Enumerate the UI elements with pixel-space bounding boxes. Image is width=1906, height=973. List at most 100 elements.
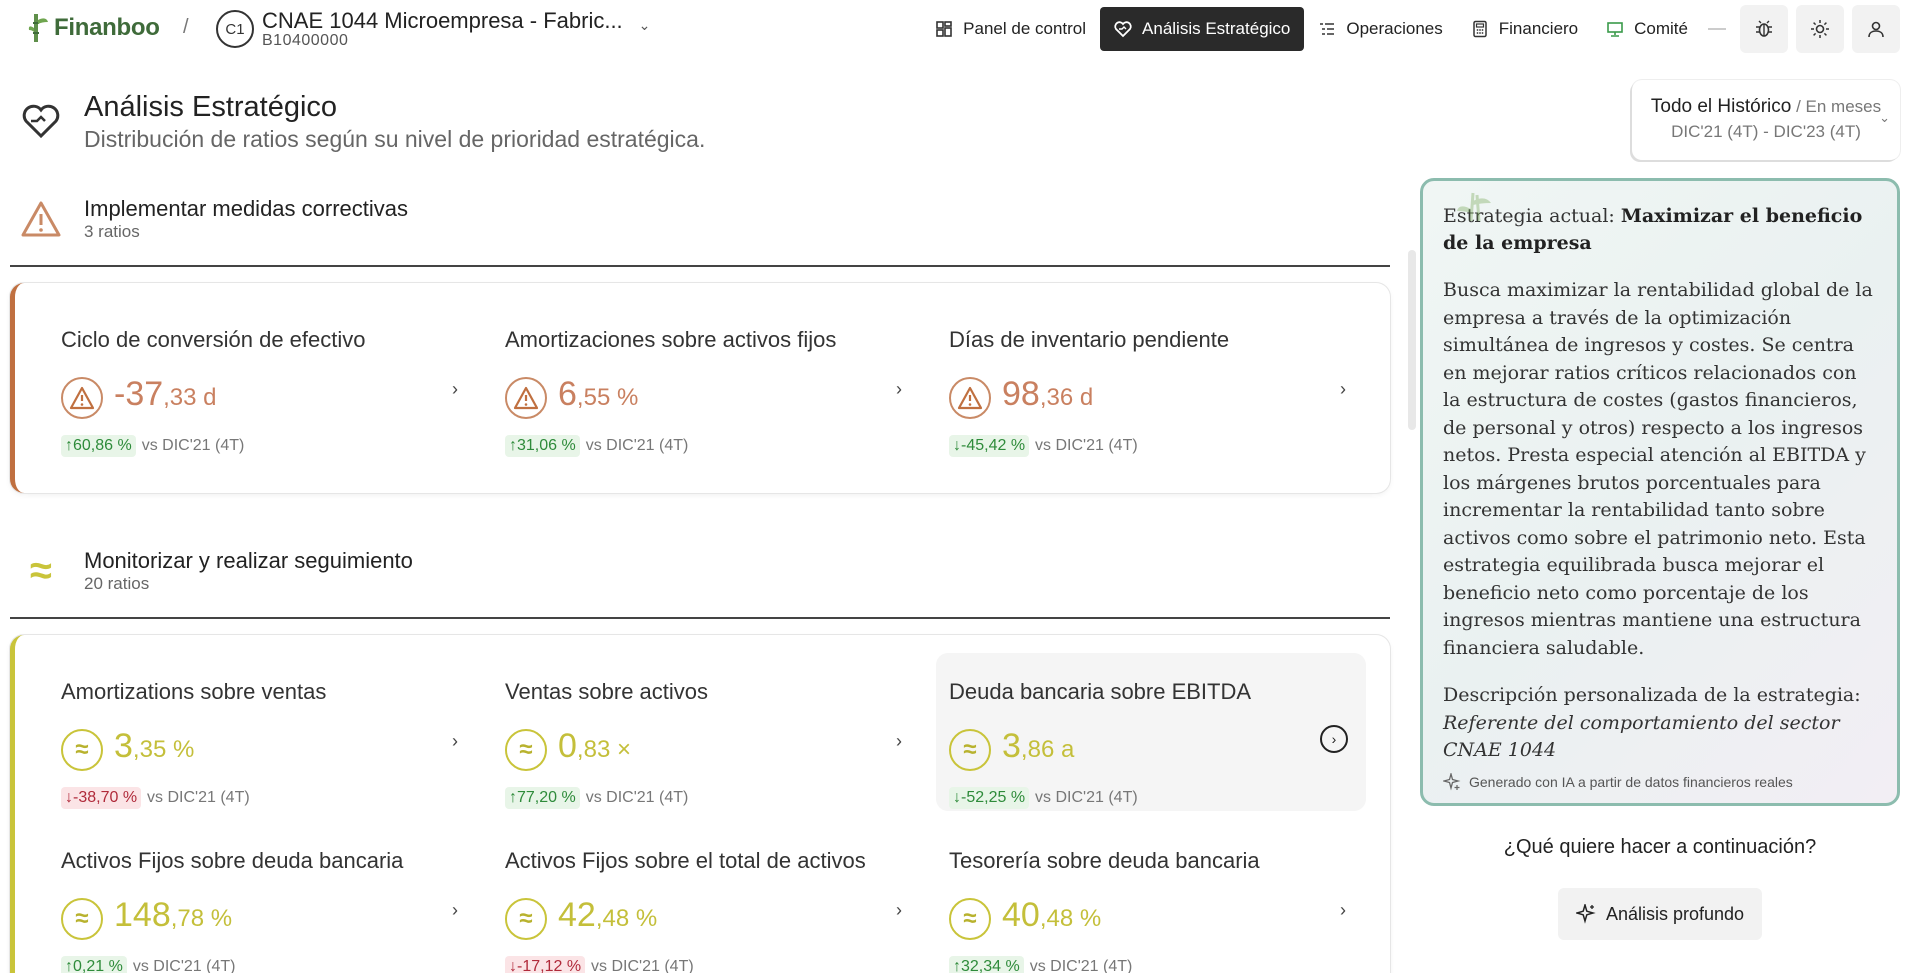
top-bar: Finanboo / C1 CNAE 1044 Microempresa - F… — [0, 0, 1906, 58]
chevron-right-icon[interactable]: › — [452, 731, 458, 752]
metric-card[interactable]: Activos Fijos sobre deuda bancaria ≈ 148… — [48, 822, 478, 973]
page-title: Análisis Estratégico — [84, 91, 338, 123]
period-range: DIC'21 (4T) - DIC'23 (4T) — [1671, 122, 1861, 141]
nav-analisis-estrategico[interactable]: Análisis Estratégico — [1100, 7, 1305, 51]
chevron-right-icon[interactable]: › — [896, 379, 902, 400]
metric-card[interactable]: Días de inventario pendiente 98,36 d ↓-4… — [936, 301, 1366, 459]
comparison-label: vs DIC'21 (4T) — [591, 958, 694, 973]
heart-icon — [1114, 21, 1132, 38]
metric-card[interactable]: Amortizaciones sobre activos fijos 6,55 … — [492, 301, 922, 459]
metric-card[interactable]: Ventas sobre activos ≈ 0,83 × ↑77,20 % vs… — [492, 653, 922, 811]
metric-value: 98,36 d — [1002, 375, 1094, 413]
metric-title: Amortizaciones sobre activos fijos — [505, 327, 837, 352]
metric-value: 148,78 % — [114, 896, 233, 934]
delta-badge: ↓-17,12 % — [505, 956, 586, 973]
nav-panel-de-control[interactable]: Panel de control — [921, 7, 1100, 51]
approx-icon: ≈ — [949, 898, 991, 940]
metric-value: 42,48 % — [558, 896, 658, 934]
corrective-ratios-card: Ciclo de conversión de efectivo -37,33 d… — [10, 283, 1390, 493]
section-count: 3 ratios — [84, 222, 140, 241]
approx-icon: ≈ — [505, 898, 547, 940]
section-count: 20 ratios — [84, 574, 150, 593]
grid-icon — [936, 21, 952, 37]
metric-card[interactable]: Activos Fijos sobre el total de activos … — [492, 822, 922, 973]
nav-financiero[interactable]: Financiero — [1457, 7, 1592, 51]
chevron-right-icon[interactable]: › — [1340, 900, 1346, 921]
comparison-label: vs DIC'21 (4T) — [585, 789, 689, 806]
warning-icon — [61, 377, 103, 419]
approx-icon: ≈ — [505, 729, 547, 771]
chevron-right-icon[interactable]: › — [1320, 725, 1348, 753]
comparison-label: vs DIC'21 (4T) — [141, 437, 245, 454]
metric-delta: ↓-17,12 % vs DIC'21 (4T) — [505, 956, 694, 973]
metric-card-hovered[interactable]: Deuda bancaria sobre EBITDA ≈ 3,86 a ↓-5… — [936, 653, 1366, 811]
list-icon — [1320, 23, 1335, 35]
delta-badge: ↑32,34 % — [949, 956, 1024, 973]
next-action-question: ¿Qué quiere hacer a continuación? — [1503, 836, 1817, 858]
chevron-right-icon[interactable]: › — [896, 900, 902, 921]
nav-operaciones[interactable]: Operaciones — [1304, 7, 1456, 51]
sparkle-icon — [1575, 904, 1596, 924]
user-icon — [1868, 21, 1884, 38]
calculator-icon — [1473, 20, 1487, 38]
chevron-right-icon[interactable]: › — [1340, 379, 1346, 400]
sparkle-icon — [1443, 773, 1461, 791]
bug-icon — [1756, 20, 1772, 37]
monitor-ratios-card: Amortizations sobre ventas ≈ 3,35 % ↓-38… — [10, 635, 1390, 973]
metric-delta: ↑0,21 % vs DIC'21 (4T) — [61, 956, 235, 973]
deep-analysis-button[interactable]: Análisis profundo — [1558, 888, 1762, 940]
metric-value: 6,55 % — [558, 375, 639, 413]
period-suffix: / En meses — [1791, 97, 1882, 116]
metric-card[interactable]: Ciclo de conversión de efectivo -37,33 d… — [48, 301, 478, 459]
company-selector[interactable]: C1 CNAE 1044 Microempresa - Fabric... B1… — [216, 9, 650, 49]
metric-delta: ↓-38,70 % vs DIC'21 (4T) — [61, 787, 250, 809]
delta-badge: ↑60,86 % — [61, 435, 136, 457]
metric-value: 40,48 % — [1002, 896, 1102, 934]
main-nav: Panel de control Análisis Estratégico Op… — [921, 5, 1906, 53]
theme-toggle-button[interactable] — [1796, 5, 1844, 53]
section-header-corrective: Implementar medidas correctivas 3 ratios — [20, 196, 408, 242]
chevron-right-icon[interactable]: › — [452, 379, 458, 400]
comparison-label: vs DIC'21 (4T) — [1029, 958, 1133, 973]
brand-logo[interactable]: Finanboo — [28, 12, 160, 44]
scrollbar[interactable] — [1408, 250, 1416, 430]
section-header-monitor: ≈ Monitorizar y realizar seguimiento 20 … — [20, 548, 413, 594]
metric-title: Amortizations sobre ventas — [61, 679, 327, 704]
metric-value: -37,33 d — [114, 375, 217, 413]
metric-card[interactable]: Tesorería sobre deuda bancaria ≈ 40,48 %… — [936, 822, 1366, 973]
bug-report-button[interactable] — [1740, 5, 1788, 53]
sun-icon — [1811, 20, 1829, 38]
bamboo-icon — [28, 14, 48, 42]
nav-label: Comité — [1634, 19, 1688, 38]
metric-value: 3,86 a — [1002, 727, 1075, 765]
metric-delta: ↓-45,42 % vs DIC'21 (4T) — [949, 435, 1138, 457]
ai-generated-note: Generado con IA a partir de datos financ… — [1443, 773, 1793, 791]
bamboo-icon — [1457, 192, 1491, 222]
metric-delta: ↓-52,25 % vs DIC'21 (4T) — [949, 787, 1138, 809]
delta-badge: ↑77,20 % — [505, 787, 580, 809]
nav-comite[interactable]: Comité — [1592, 7, 1702, 51]
metric-delta: ↑60,86 % vs DIC'21 (4T) — [61, 435, 244, 457]
section-divider — [10, 617, 1390, 619]
metric-title: Activos Fijos sobre el total de activos — [505, 848, 866, 873]
company-badge: C1 — [216, 10, 254, 48]
monitor-icon — [1607, 22, 1623, 37]
page-subtitle: Distribución de ratios según su nivel de… — [84, 126, 706, 152]
metric-title: Días de inventario pendiente — [949, 327, 1230, 352]
metric-card[interactable]: Amortizations sobre ventas ≈ 3,35 % ↓-38… — [48, 653, 478, 811]
approx-icon: ≈ — [61, 729, 103, 771]
metric-delta: ↑32,34 % vs DIC'21 (4T) — [949, 956, 1132, 973]
approx-icon: ≈ — [949, 729, 991, 771]
chevron-right-icon[interactable]: › — [896, 731, 902, 752]
chevron-right-icon[interactable]: › — [452, 900, 458, 921]
metric-delta: ↑77,20 % vs DIC'21 (4T) — [505, 787, 688, 809]
approx-icon: ≈ — [30, 548, 52, 593]
chevron-down-icon: ⌄ — [638, 17, 651, 33]
section-divider — [10, 265, 1390, 267]
approx-icon: ≈ — [61, 898, 103, 940]
user-menu-button[interactable] — [1852, 5, 1900, 53]
period-selector[interactable]: Todo el Histórico / En meses DIC'21 (4T)… — [1632, 80, 1900, 160]
comparison-label: vs DIC'21 (4T) — [147, 789, 250, 806]
page-header: Análisis Estratégico Distribución de rat… — [20, 90, 705, 154]
delta-badge: ↓-45,42 % — [949, 435, 1030, 457]
